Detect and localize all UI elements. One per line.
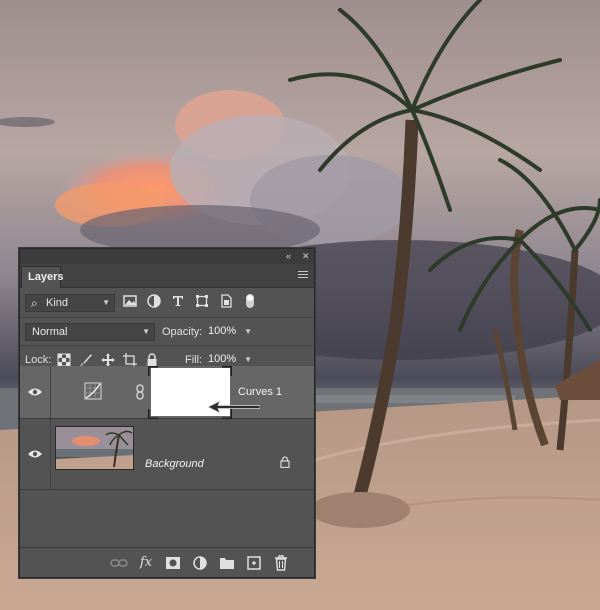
- link-layers-icon[interactable]: [110, 554, 128, 572]
- layers-panel: « ✕ Layers ⌕ Kind ▼ Normal ▼ Opacity: 10…: [19, 248, 315, 578]
- blend-mode-label: Normal: [32, 326, 68, 338]
- search-icon: ⌕: [31, 296, 38, 310]
- new-adjustment-icon[interactable]: [191, 554, 209, 572]
- panel-tab-row: Layers: [20, 264, 314, 288]
- layer-row-curves[interactable]: Curves 1: [20, 366, 314, 419]
- eye-icon: [28, 388, 42, 396]
- image-filter-icon[interactable]: [122, 293, 138, 309]
- blend-mode-select[interactable]: Normal ▼: [25, 323, 155, 341]
- opacity-value: 100%: [208, 325, 237, 337]
- layer-lock-icon: [280, 456, 290, 468]
- eye-icon: [28, 450, 42, 458]
- callout-arrow-icon: [208, 400, 260, 414]
- type-filter-icon[interactable]: [170, 293, 186, 309]
- collapse-icon[interactable]: «: [286, 250, 291, 262]
- new-layer-icon[interactable]: [245, 554, 263, 572]
- opacity-label: Opacity:: [162, 326, 203, 338]
- layer-name[interactable]: Curves 1: [238, 386, 282, 398]
- fill-label: Fill:: [185, 354, 203, 366]
- lock-label: Lock:: [25, 354, 52, 366]
- shape-filter-icon[interactable]: [194, 293, 210, 309]
- panel-bottom-toolbar: fx: [20, 547, 314, 577]
- fill-value: 100%: [208, 353, 237, 365]
- visibility-toggle[interactable]: [20, 366, 51, 418]
- trash-icon[interactable]: [272, 554, 290, 572]
- filter-row: ⌕ Kind ▼: [20, 288, 314, 318]
- tab-layers[interactable]: Layers: [21, 266, 63, 288]
- close-icon[interactable]: ✕: [302, 250, 310, 262]
- visibility-toggle[interactable]: [20, 419, 51, 489]
- new-group-icon[interactable]: [218, 554, 236, 572]
- smart-object-filter-icon[interactable]: [218, 293, 234, 309]
- layer-name[interactable]: Background: [145, 458, 204, 470]
- panel-title-bar: « ✕: [20, 249, 314, 264]
- curves-adjustment-icon[interactable]: [84, 382, 102, 400]
- layer-thumbnail[interactable]: [55, 426, 134, 470]
- opacity-field[interactable]: 100% ▼: [204, 324, 256, 341]
- blend-row: Normal ▼ Opacity: 100% ▼: [20, 318, 314, 346]
- layers-list: Curves 1 Background: [20, 366, 314, 546]
- layer-row-background[interactable]: Background: [20, 419, 314, 490]
- mask-link-icon[interactable]: [135, 384, 145, 400]
- panel-menu-icon[interactable]: [298, 271, 308, 279]
- add-mask-icon[interactable]: [164, 554, 182, 572]
- filter-kind-select[interactable]: ⌕ Kind ▼: [25, 294, 115, 312]
- fx-icon[interactable]: fx: [137, 554, 155, 572]
- filter-kind-label: Kind: [46, 297, 69, 309]
- filter-toggle-icon[interactable]: [242, 293, 258, 309]
- adjustment-filter-icon[interactable]: [146, 293, 162, 309]
